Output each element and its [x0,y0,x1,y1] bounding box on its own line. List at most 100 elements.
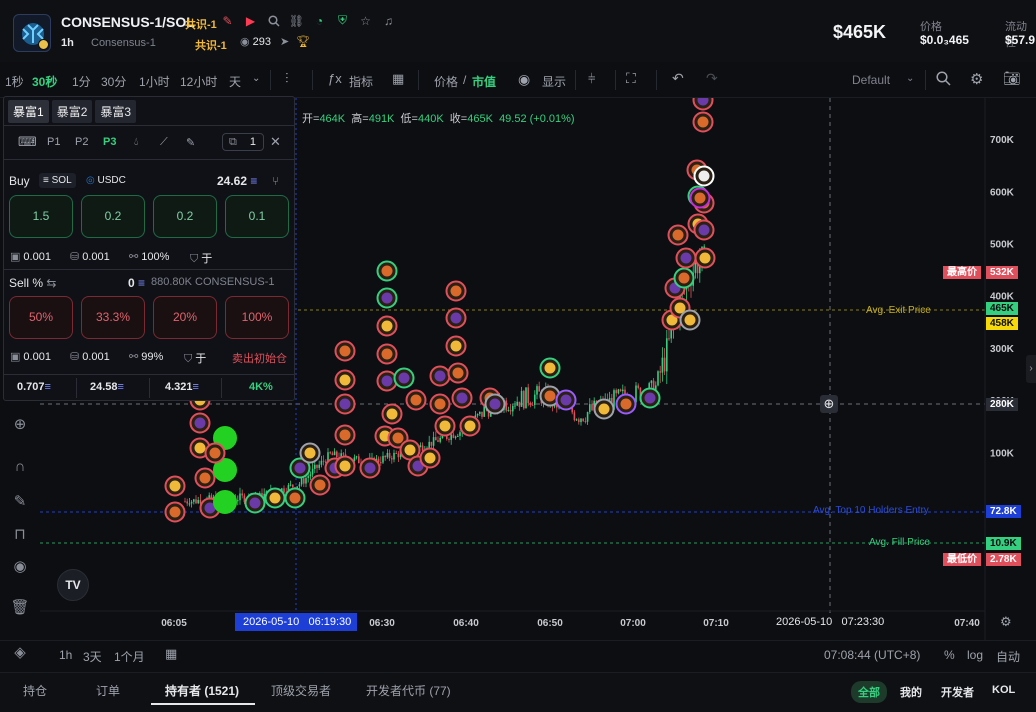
trophy-icon[interactable]: 🏆︎ [296,35,310,48]
sol-pill[interactable]: ≡ SOL [39,173,76,188]
pump-icon[interactable]: ◔ [312,13,327,28]
marker-avatar [450,312,462,324]
sell-initial-button[interactable]: 卖出初始仓 [232,350,287,366]
bell-icon[interactable]: ♫ [381,13,396,28]
undo-icon[interactable]: ↶ [672,70,684,87]
price-toggle[interactable]: 价格 [434,73,458,90]
star-icon[interactable]: ☆ [358,13,373,28]
range-1h[interactable]: 1h [59,648,72,662]
candle-body [518,401,521,407]
interval-30s[interactable]: 30秒 [32,73,57,90]
settings-sliders-icon[interactable]: ⫩ [588,71,595,87]
filter-mine[interactable]: 我的 [893,681,929,703]
percent-toggle[interactable]: % [944,648,955,662]
calendar-icon[interactable]: ▦ [165,646,177,662]
trash-icon[interactable]: 🗑︎ [10,598,30,618]
sell-pct-4[interactable]: 100% [225,296,289,339]
redo-icon[interactable]: ↷ [706,70,718,87]
eye-icon[interactable]: ◉ [10,557,30,577]
sell-pct-1[interactable]: 50% [9,296,73,339]
tab-holders[interactable]: 持有者 (1521) [165,682,239,699]
edit-icon[interactable]: ✎ [186,136,195,149]
sell-pct-2[interactable]: 33.3% [81,296,145,339]
log-toggle[interactable]: log [967,648,983,662]
indicator-icon[interactable]: ƒx [328,71,342,86]
order-count-box[interactable]: ⧉ 1 [222,133,264,151]
interval-12h[interactable]: 12小时 [180,73,217,90]
eye-icon: ◉ [240,36,250,48]
chart-line-icon[interactable]: ⟋ [160,136,168,149]
layout-dropdown-icon[interactable]: ⌄ [906,73,914,84]
display-button[interactable]: 显示 [542,73,566,90]
tab-dev-tokens[interactable]: 开发者代币 (77) [366,682,451,699]
indicators-button[interactable]: 指标 [349,73,373,90]
layout-grid-icon[interactable]: ▦ [392,71,404,87]
token-sub-name: Consensus-1 [91,37,156,49]
search-icon[interactable] [266,13,281,28]
tab-wallet-3[interactable]: 暴富3 [95,100,137,123]
filter-all[interactable]: 全部 [851,681,887,703]
usdc-pill[interactable]: ◎ USDC [82,173,130,188]
sol-icon: ≡ [44,381,51,393]
gear-icon[interactable]: ⚙ [970,70,983,88]
trade-marker [539,357,561,379]
mcap-toggle[interactable]: 市值 [472,73,496,90]
candle-body [397,453,400,458]
tab-positions[interactable]: 持仓 [23,682,47,699]
range-1mo[interactable]: 1个月 [114,648,145,665]
preset-p2[interactable]: P2 [75,136,88,148]
filter-dev[interactable]: 开发者 [934,681,981,703]
tab-orders[interactable]: 订单 [96,682,120,699]
collapse-handle-icon[interactable]: › [1026,355,1036,383]
crosshair-add-icon[interactable]: ⊕ [820,395,838,413]
gas-drop-icon[interactable]: 💧︎ [134,136,138,149]
buy-amount-4[interactable]: 0.1 [225,195,289,238]
interval-dropdown-icon[interactable]: ⌄ [252,73,260,84]
link-icon[interactable]: ⛓ [289,13,304,28]
lock-icon[interactable]: ⊓ [10,525,30,545]
telegram-icon[interactable]: ➤ [280,35,289,48]
token-sub-tag: 共识-1 [195,40,227,52]
eye-icon[interactable]: ◉ [518,71,530,88]
shield-icon[interactable]: ⛨ [335,13,350,28]
preset-p3[interactable]: P3 [103,136,116,148]
close-icon[interactable]: ✕ [270,134,281,150]
route-icon[interactable]: ⑂ [272,174,279,188]
camera-icon[interactable]: 📷︎ [1003,70,1021,87]
buy-amount-3[interactable]: 0.2 [153,195,217,238]
filter-kol[interactable]: KOL [985,681,1022,699]
interval-1d[interactable]: 天 [229,73,241,90]
interval-1m[interactable]: 1分 [72,73,91,90]
trade-marker [429,393,451,415]
keyboard-icon[interactable]: ⌨ [18,134,37,150]
interval-1h[interactable]: 1小时 [139,73,170,90]
tab-top-traders[interactable]: 顶级交易者 [271,682,331,699]
search-icon[interactable] [936,71,951,89]
magnet-icon[interactable]: ∩ [10,458,30,478]
buy-amount-2[interactable]: 0.2 [81,195,145,238]
tab-wallet-2[interactable]: 暴富2 [51,100,93,123]
buy-amount-1[interactable]: 1.5 [9,195,73,238]
sol-icon: ≡ [117,381,124,393]
interval-30m[interactable]: 30分 [101,73,126,90]
pencil-icon[interactable]: ✎ [10,492,30,512]
trade-marker [376,287,398,309]
fullscreen-icon[interactable]: ⛶ [626,70,636,87]
candle-type-icon[interactable]: ⫶ [285,70,289,87]
swap-icon[interactable]: ⇆ [46,276,56,290]
axis-settings-icon[interactable]: ⚙ [1000,614,1012,630]
auto-toggle[interactable]: 自动 [996,648,1020,665]
zoom-in-icon[interactable]: ⊕ [10,415,30,435]
candle-body [353,457,356,461]
tradingview-logo[interactable]: TV [57,569,89,601]
layout-select[interactable]: Default [852,73,890,87]
sell-pct-3[interactable]: 20% [153,296,217,339]
youtube-icon[interactable]: ▶ [243,13,258,28]
range-3d[interactable]: 3天 [83,648,102,665]
trade-marker [459,415,481,437]
tab-wallet-1[interactable]: 暴富1 [8,100,49,123]
token-logo[interactable] [13,14,51,52]
preset-p1[interactable]: P1 [47,136,60,148]
interval-1s[interactable]: 1秒 [5,73,24,90]
edit-icon[interactable]: ✎ [220,13,235,28]
